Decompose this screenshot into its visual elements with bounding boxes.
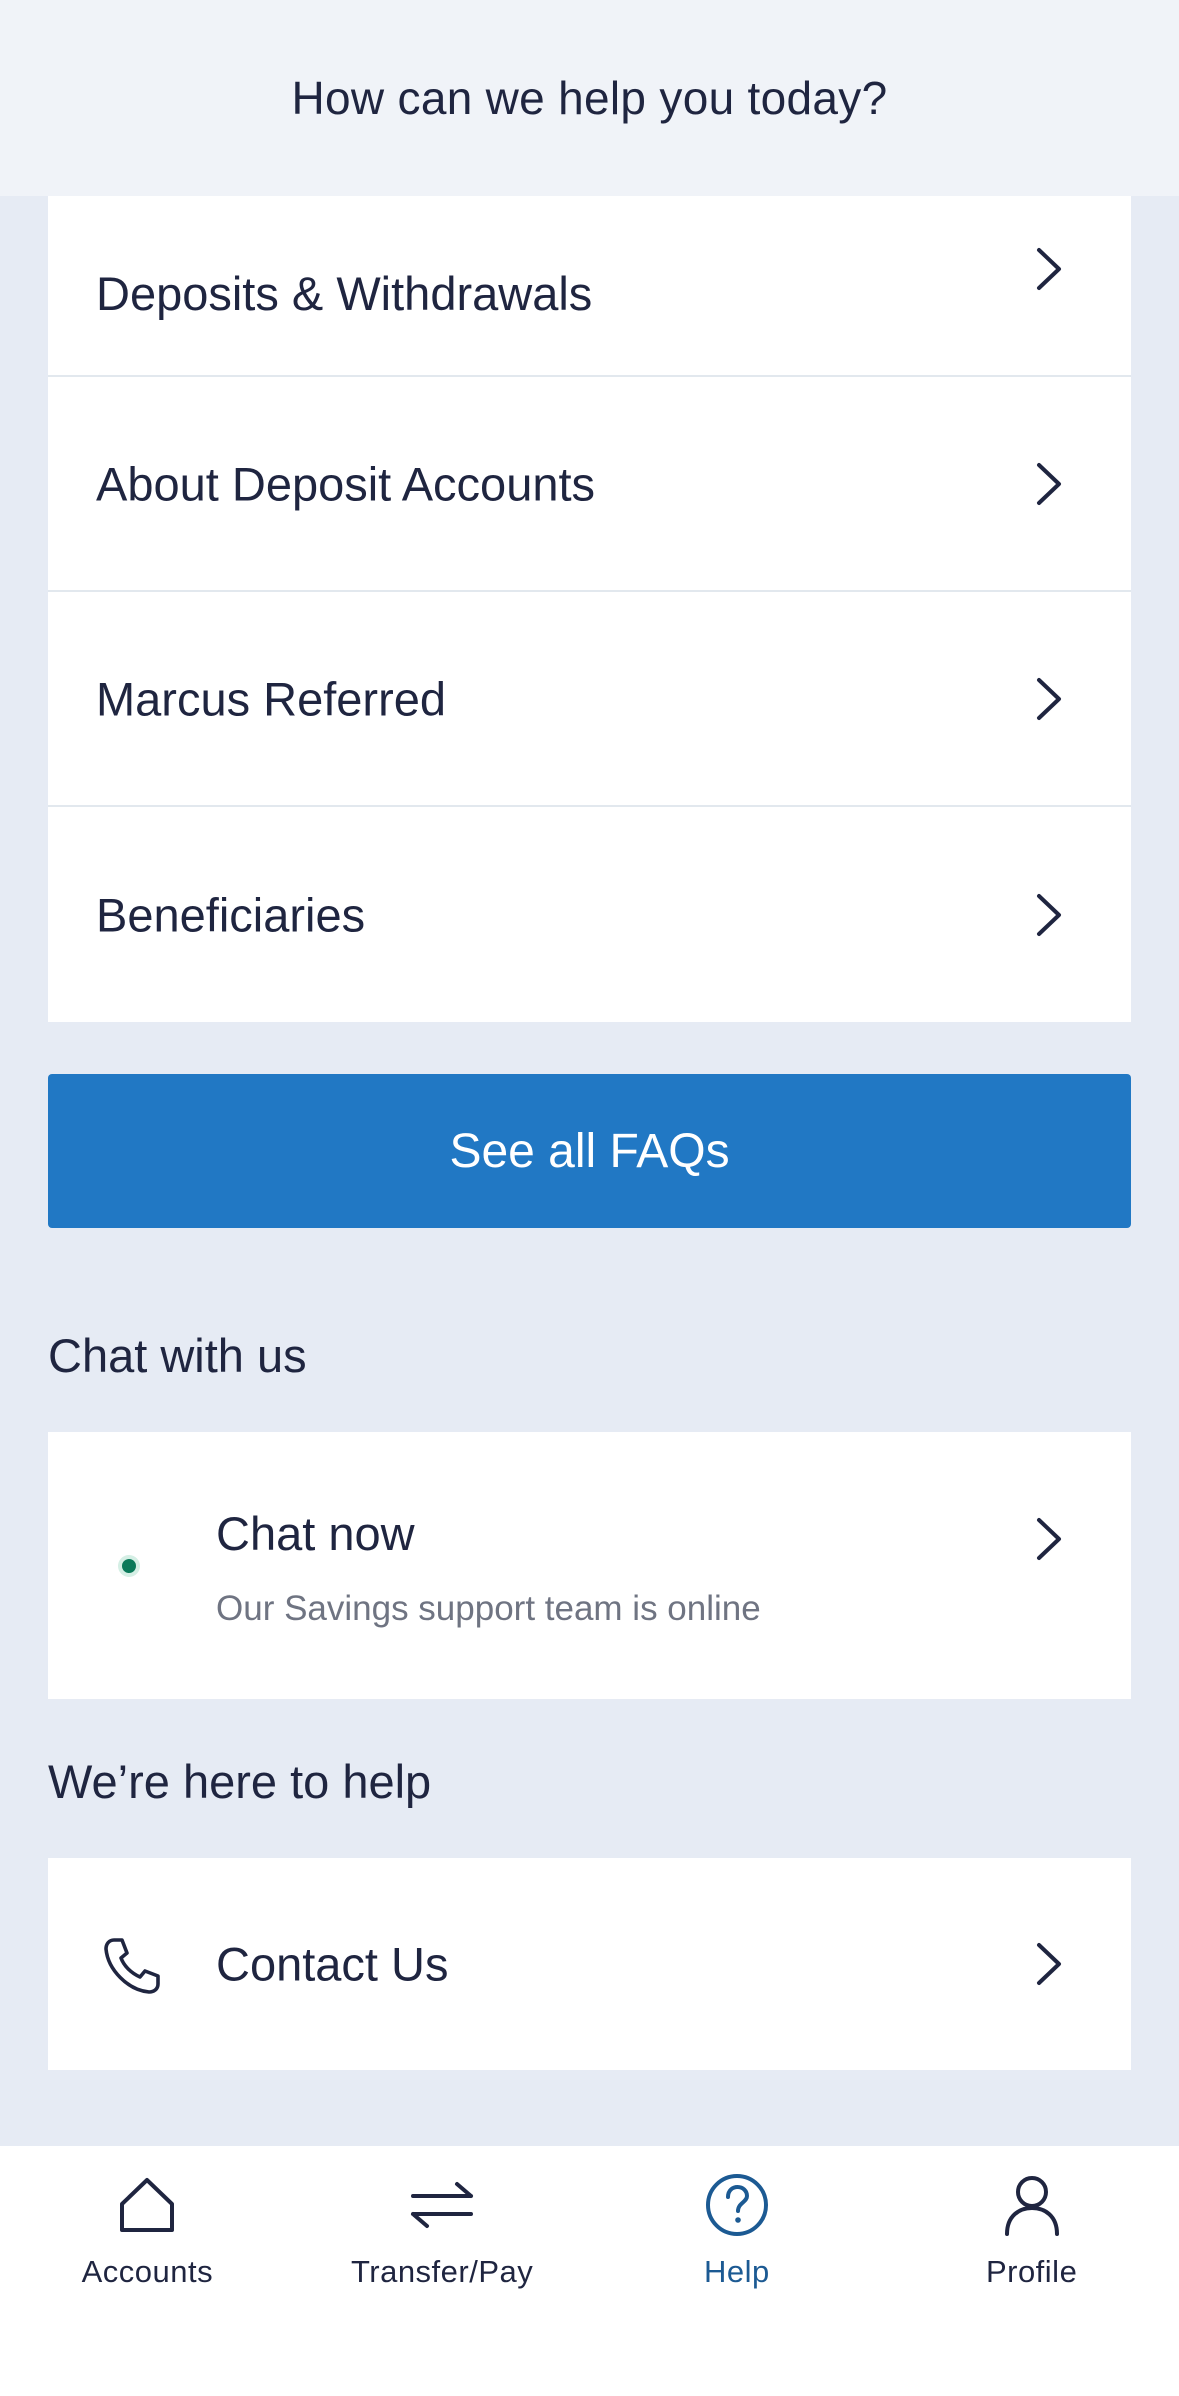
person-icon [1004,2176,1059,2236]
nav-tab-accounts[interactable]: Accounts [0,2146,295,2306]
chevron-right-icon [1037,248,1061,290]
see-all-faqs-button[interactable]: See all FAQs [48,1074,1131,1228]
faq-item-label: About Deposit Accounts [96,457,596,510]
nav-tab-profile[interactable]: Profile [884,2146,1179,2306]
home-icon [120,2178,175,2232]
page-header: How can we help you today? [0,0,1179,196]
question-circle-icon [705,2174,768,2236]
chat-status-text: Our Savings support team is online [216,1589,761,1628]
chat-section-heading: Chat with us [48,1329,307,1382]
nav-tab-transfer-pay[interactable]: Transfer/Pay [295,2146,590,2306]
contact-us-label: Contact Us [216,1937,449,1991]
faq-item-marcus-referred[interactable]: Marcus Referred [48,592,1131,807]
faq-item-label: Marcus Referred [96,672,446,725]
nav-tab-help[interactable]: Help [590,2146,885,2306]
chevron-right-icon [1037,462,1061,505]
nav-tab-label: Transfer/Pay [350,2254,534,2289]
chevron-right-icon [1037,1943,1061,1985]
page-title: How can we help you today? [291,72,888,124]
phone-icon [104,1938,160,1994]
nav-tab-label: Help [703,2254,770,2289]
chevron-right-icon [1037,893,1061,936]
faq-item-about-deposit-accounts[interactable]: About Deposit Accounts [48,377,1131,592]
faq-item-deposits-withdrawals[interactable]: Deposits & Withdrawals [48,196,1131,377]
faq-item-label: Beneficiaries [96,888,366,941]
chat-now-card[interactable]: Chat now Our Savings support team is onl… [48,1432,1131,1699]
faq-item-label: Deposits & Withdrawals [96,267,593,320]
chevron-right-icon [1037,1518,1061,1560]
nav-tab-label: Profile [985,2254,1078,2289]
online-status-dot [122,1559,136,1573]
faq-list: Deposits & Withdrawals About Deposit Acc… [48,196,1131,1022]
transfer-arrows-icon [411,2182,474,2228]
nav-tab-label: Accounts [81,2254,214,2289]
bottom-navigation: Accounts Transfer/Pay Help Profile [0,2146,1179,2396]
chat-now-title: Chat now [216,1507,415,1560]
help-section-heading: We’re here to help [48,1755,432,1808]
contact-us-card[interactable]: Contact Us [48,1858,1131,2070]
chevron-right-icon [1037,677,1061,720]
faq-item-beneficiaries[interactable]: Beneficiaries [48,807,1131,1022]
